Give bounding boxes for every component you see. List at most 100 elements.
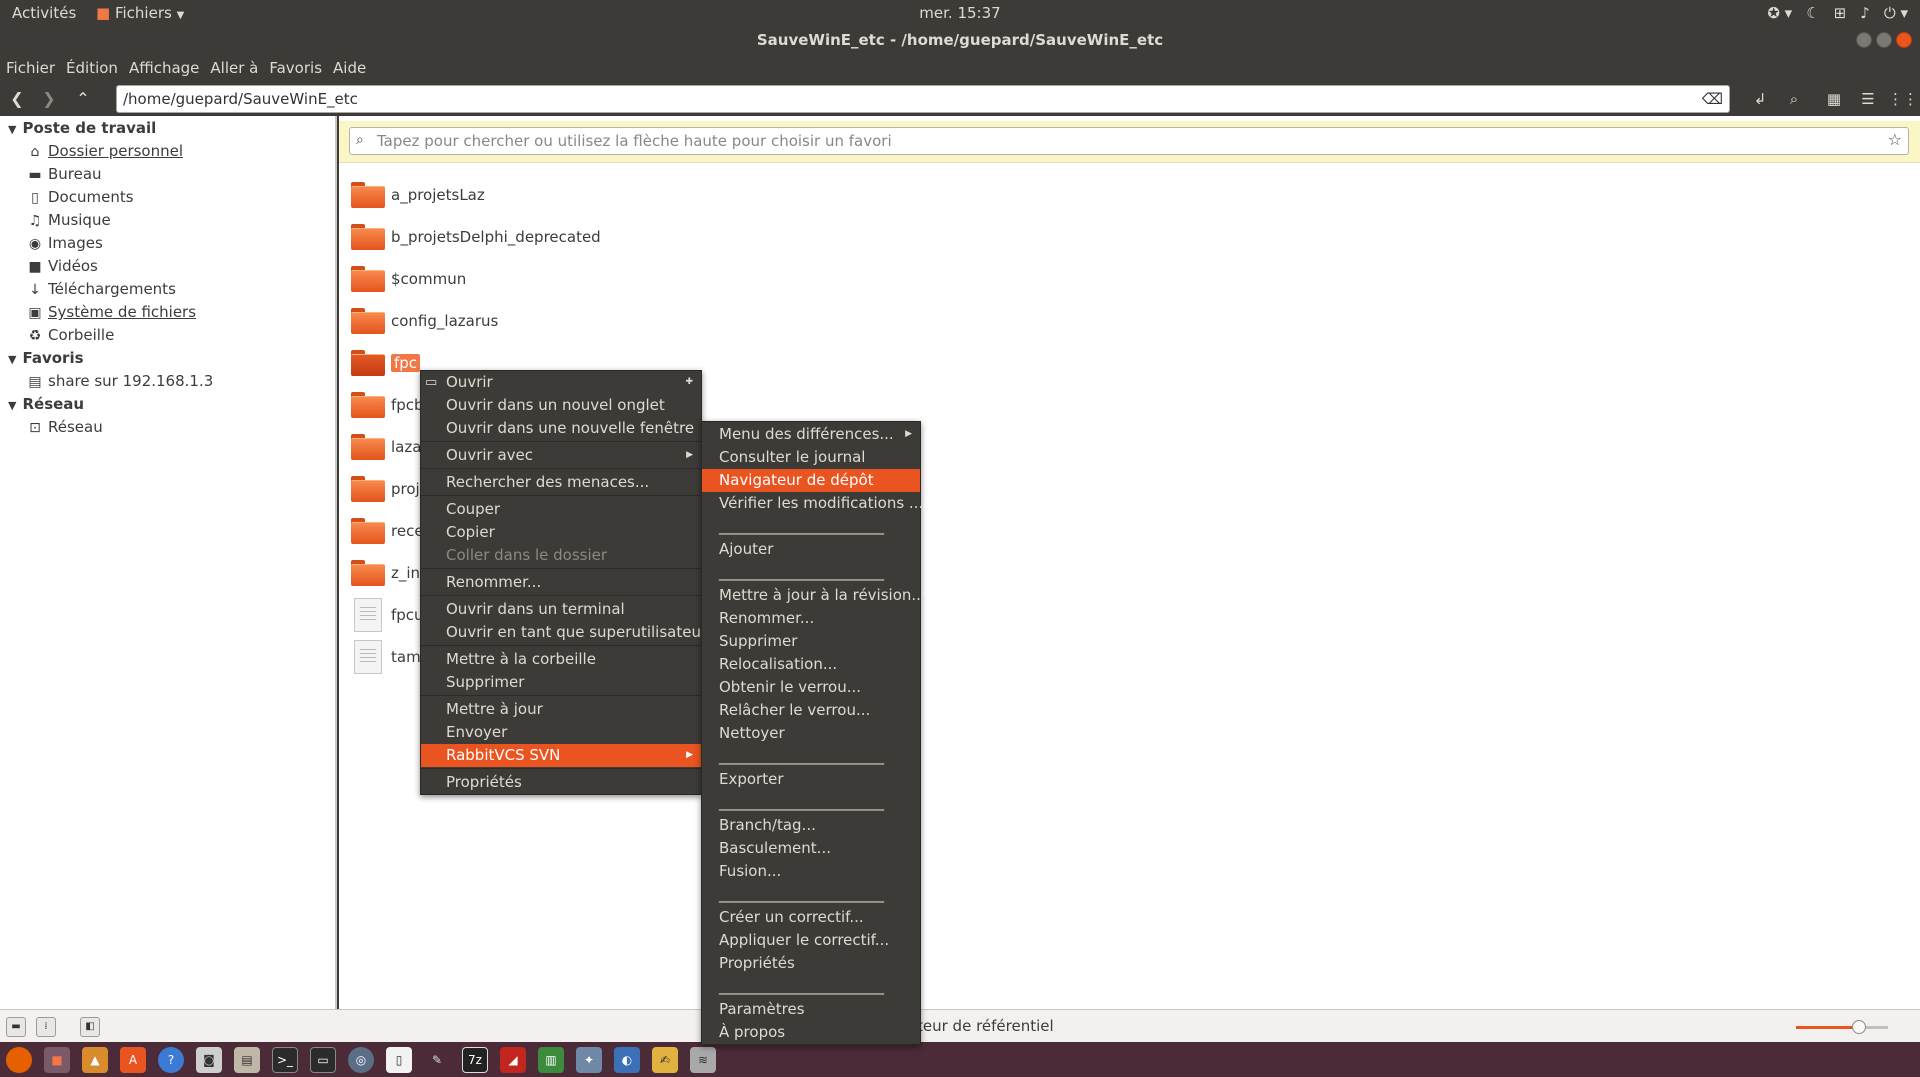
console-icon[interactable]: ▭ bbox=[310, 1046, 336, 1073]
submenu-item-update-rev[interactable]: Mettre à jour à la révision... bbox=[702, 584, 926, 607]
icon-view-icon[interactable]: ▦ bbox=[1820, 86, 1848, 112]
network-icon[interactable]: ⊞ bbox=[1834, 4, 1847, 22]
remote-desktop-icon[interactable]: ◐ bbox=[614, 1046, 640, 1073]
zoom-slider[interactable] bbox=[1796, 1020, 1888, 1034]
list-item[interactable]: $commun bbox=[351, 262, 466, 296]
spreadsheet-icon[interactable]: ▥ bbox=[538, 1046, 564, 1073]
clock[interactable]: mer. 15:37 bbox=[919, 0, 1000, 26]
submenu-item-branch-tag[interactable]: Branch/tag... bbox=[702, 814, 920, 837]
list-item[interactable]: config_lazarus bbox=[351, 304, 498, 338]
volume-icon[interactable]: ♪ bbox=[1860, 4, 1870, 22]
sidebar-item-filesystem[interactable]: ▣ Système de fichiers bbox=[26, 303, 196, 321]
toggle-sidebar-button[interactable]: ◧ bbox=[80, 1017, 100, 1037]
list-item[interactable]: a_projetsLaz bbox=[351, 178, 485, 212]
sidebar-section-reseau[interactable]: Réseau bbox=[8, 395, 84, 413]
menu-fichier[interactable]: Fichier bbox=[6, 59, 55, 77]
menu-item-update[interactable]: Mettre à jour bbox=[421, 698, 701, 721]
up-button[interactable]: ⌃ bbox=[70, 86, 96, 112]
notes-icon[interactable]: ✍ bbox=[652, 1046, 678, 1073]
submenu-item-cleanup[interactable]: Nettoyer bbox=[702, 722, 920, 745]
submenu-item-settings[interactable]: Paramètres bbox=[702, 998, 920, 1021]
list-item[interactable]: laza bbox=[351, 430, 421, 464]
back-button[interactable]: ❮ bbox=[4, 86, 30, 112]
menu-item-open-window[interactable]: Ouvrir dans une nouvelle fenêtre bbox=[421, 417, 701, 440]
close-button[interactable] bbox=[1896, 32, 1912, 48]
search-input[interactable]: ⌕ Tapez pour chercher ou utilisez la flè… bbox=[349, 127, 1909, 155]
sidebar-item-documents[interactable]: ▯ Documents bbox=[26, 188, 133, 206]
submenu-item-relocate[interactable]: Relocalisation... bbox=[702, 653, 920, 676]
sidebar-item-videos[interactable]: ■ Vidéos bbox=[26, 257, 97, 275]
submenu-item-switch[interactable]: Basculement... bbox=[702, 837, 920, 860]
text-editor-icon[interactable]: ▯ bbox=[386, 1046, 412, 1073]
menu-item-cut[interactable]: Couper bbox=[421, 498, 701, 521]
submenu-item-delete[interactable]: Supprimer bbox=[702, 630, 920, 653]
list-item[interactable]: proj bbox=[351, 472, 420, 506]
lazarus-icon[interactable]: ◎ bbox=[348, 1046, 374, 1073]
firefox-icon[interactable] bbox=[6, 1046, 32, 1073]
list-view-icon[interactable]: ☰ bbox=[1854, 86, 1882, 112]
menu-aide[interactable]: Aide bbox=[333, 59, 366, 77]
search-icon[interactable]: ⌕ bbox=[1780, 86, 1808, 112]
terminal-icon[interactable]: >_ bbox=[272, 1046, 298, 1073]
submenu-item-add[interactable]: Ajouter bbox=[702, 538, 920, 561]
menu-item-rename[interactable]: Renommer... bbox=[421, 571, 701, 594]
filezilla-icon[interactable]: ◢ bbox=[500, 1046, 526, 1073]
sidebar-item-home[interactable]: ⌂ Dossier personnel bbox=[26, 142, 183, 160]
submenu-item-apply-patch[interactable]: Appliquer le correctif... bbox=[702, 929, 920, 952]
menu-item-open-with[interactable]: Ouvrir avec ▶ bbox=[421, 444, 701, 467]
list-item[interactable]: rece bbox=[351, 514, 424, 548]
submenu-item-release-lock[interactable]: Relâcher le verrou... bbox=[702, 699, 920, 722]
software-center-icon[interactable]: A bbox=[120, 1046, 146, 1073]
sidebar-item-telechargements[interactable]: ↓ Téléchargements bbox=[26, 280, 176, 298]
menu-item-commit[interactable]: Envoyer bbox=[421, 721, 701, 744]
sidebar-item-share[interactable]: ▤ share sur 192.168.1.3 bbox=[26, 372, 213, 390]
vlc-icon[interactable]: ▲ bbox=[82, 1046, 108, 1073]
menu-item-properties[interactable]: Propriétés bbox=[421, 771, 701, 794]
submenu-item-diff-menu[interactable]: Menu des différences... ▶ bbox=[702, 423, 920, 446]
menu-item-paste-into[interactable]: Coller dans le dossier bbox=[421, 544, 701, 567]
list-item[interactable]: tam bbox=[351, 640, 421, 674]
files-icon[interactable]: ■ bbox=[44, 1046, 70, 1073]
list-item[interactable]: b_projetsDelphi_deprecated bbox=[351, 220, 601, 254]
sidebar-item-bureau[interactable]: ▬ Bureau bbox=[26, 165, 101, 183]
show-tree-button[interactable]: ⁞ bbox=[36, 1017, 56, 1037]
database-icon[interactable]: ≋ bbox=[690, 1046, 716, 1073]
menu-item-open-terminal[interactable]: Ouvrir dans un terminal bbox=[421, 598, 701, 621]
toggle-location-icon[interactable]: ↲ bbox=[1746, 86, 1774, 112]
submenu-item-export[interactable]: Exporter bbox=[702, 768, 920, 791]
menu-item-delete[interactable]: Supprimer bbox=[421, 671, 701, 694]
minimize-button[interactable] bbox=[1856, 32, 1872, 48]
zoom-slider-handle[interactable] bbox=[1852, 1020, 1866, 1034]
maximize-button[interactable] bbox=[1876, 32, 1892, 48]
show-places-button[interactable]: ▬ bbox=[6, 1017, 26, 1037]
menu-item-trash[interactable]: Mettre à la corbeille bbox=[421, 648, 701, 671]
submenu-item-properties[interactable]: Propriétés bbox=[702, 952, 920, 975]
submenu-item-repo-browser[interactable]: Navigateur de dépôt bbox=[702, 469, 920, 492]
submenu-item-create-patch[interactable]: Créer un correctif... bbox=[702, 906, 920, 929]
inkscape-icon[interactable]: ✎ bbox=[424, 1046, 450, 1073]
app-menu-button[interactable]: ■ Fichiers ▼ bbox=[96, 0, 184, 26]
list-item[interactable]: fpcb bbox=[351, 388, 424, 422]
menu-aller[interactable]: Aller à bbox=[210, 59, 258, 77]
archive-icon[interactable]: ▤ bbox=[234, 1046, 260, 1073]
accessibility-icon[interactable]: ✪ ▾ bbox=[1767, 4, 1792, 22]
screenshot-icon[interactable]: ◙ bbox=[196, 1046, 222, 1073]
sidebar-item-musique[interactable]: ♫ Musique bbox=[26, 211, 111, 229]
forward-button[interactable]: ❯ bbox=[36, 86, 62, 112]
list-item[interactable]: fpcu bbox=[351, 598, 424, 632]
clear-location-icon[interactable]: ⌫ bbox=[1702, 86, 1723, 112]
wine-icon[interactable]: ✦ bbox=[576, 1046, 602, 1073]
help-icon[interactable]: ? bbox=[158, 1046, 184, 1073]
power-icon[interactable]: ⏻ ▾ bbox=[1884, 4, 1908, 22]
activities-button[interactable]: Activités bbox=[12, 0, 76, 26]
submenu-item-check-mods[interactable]: Vérifier les modifications ... bbox=[702, 492, 923, 515]
submenu-item-log[interactable]: Consulter le journal bbox=[702, 446, 920, 469]
sidebar-section-poste[interactable]: Poste de travail bbox=[8, 119, 156, 137]
list-item[interactable]: z_ins bbox=[351, 556, 428, 590]
7zip-icon[interactable]: 7z bbox=[462, 1046, 488, 1073]
compact-view-icon[interactable]: ⋮⋮ bbox=[1888, 86, 1918, 112]
menu-item-copy[interactable]: Copier bbox=[421, 521, 701, 544]
menu-favoris[interactable]: Favoris bbox=[269, 59, 322, 77]
list-item-selected[interactable]: fpc bbox=[351, 346, 421, 380]
submenu-item-about[interactable]: À propos bbox=[702, 1021, 920, 1044]
